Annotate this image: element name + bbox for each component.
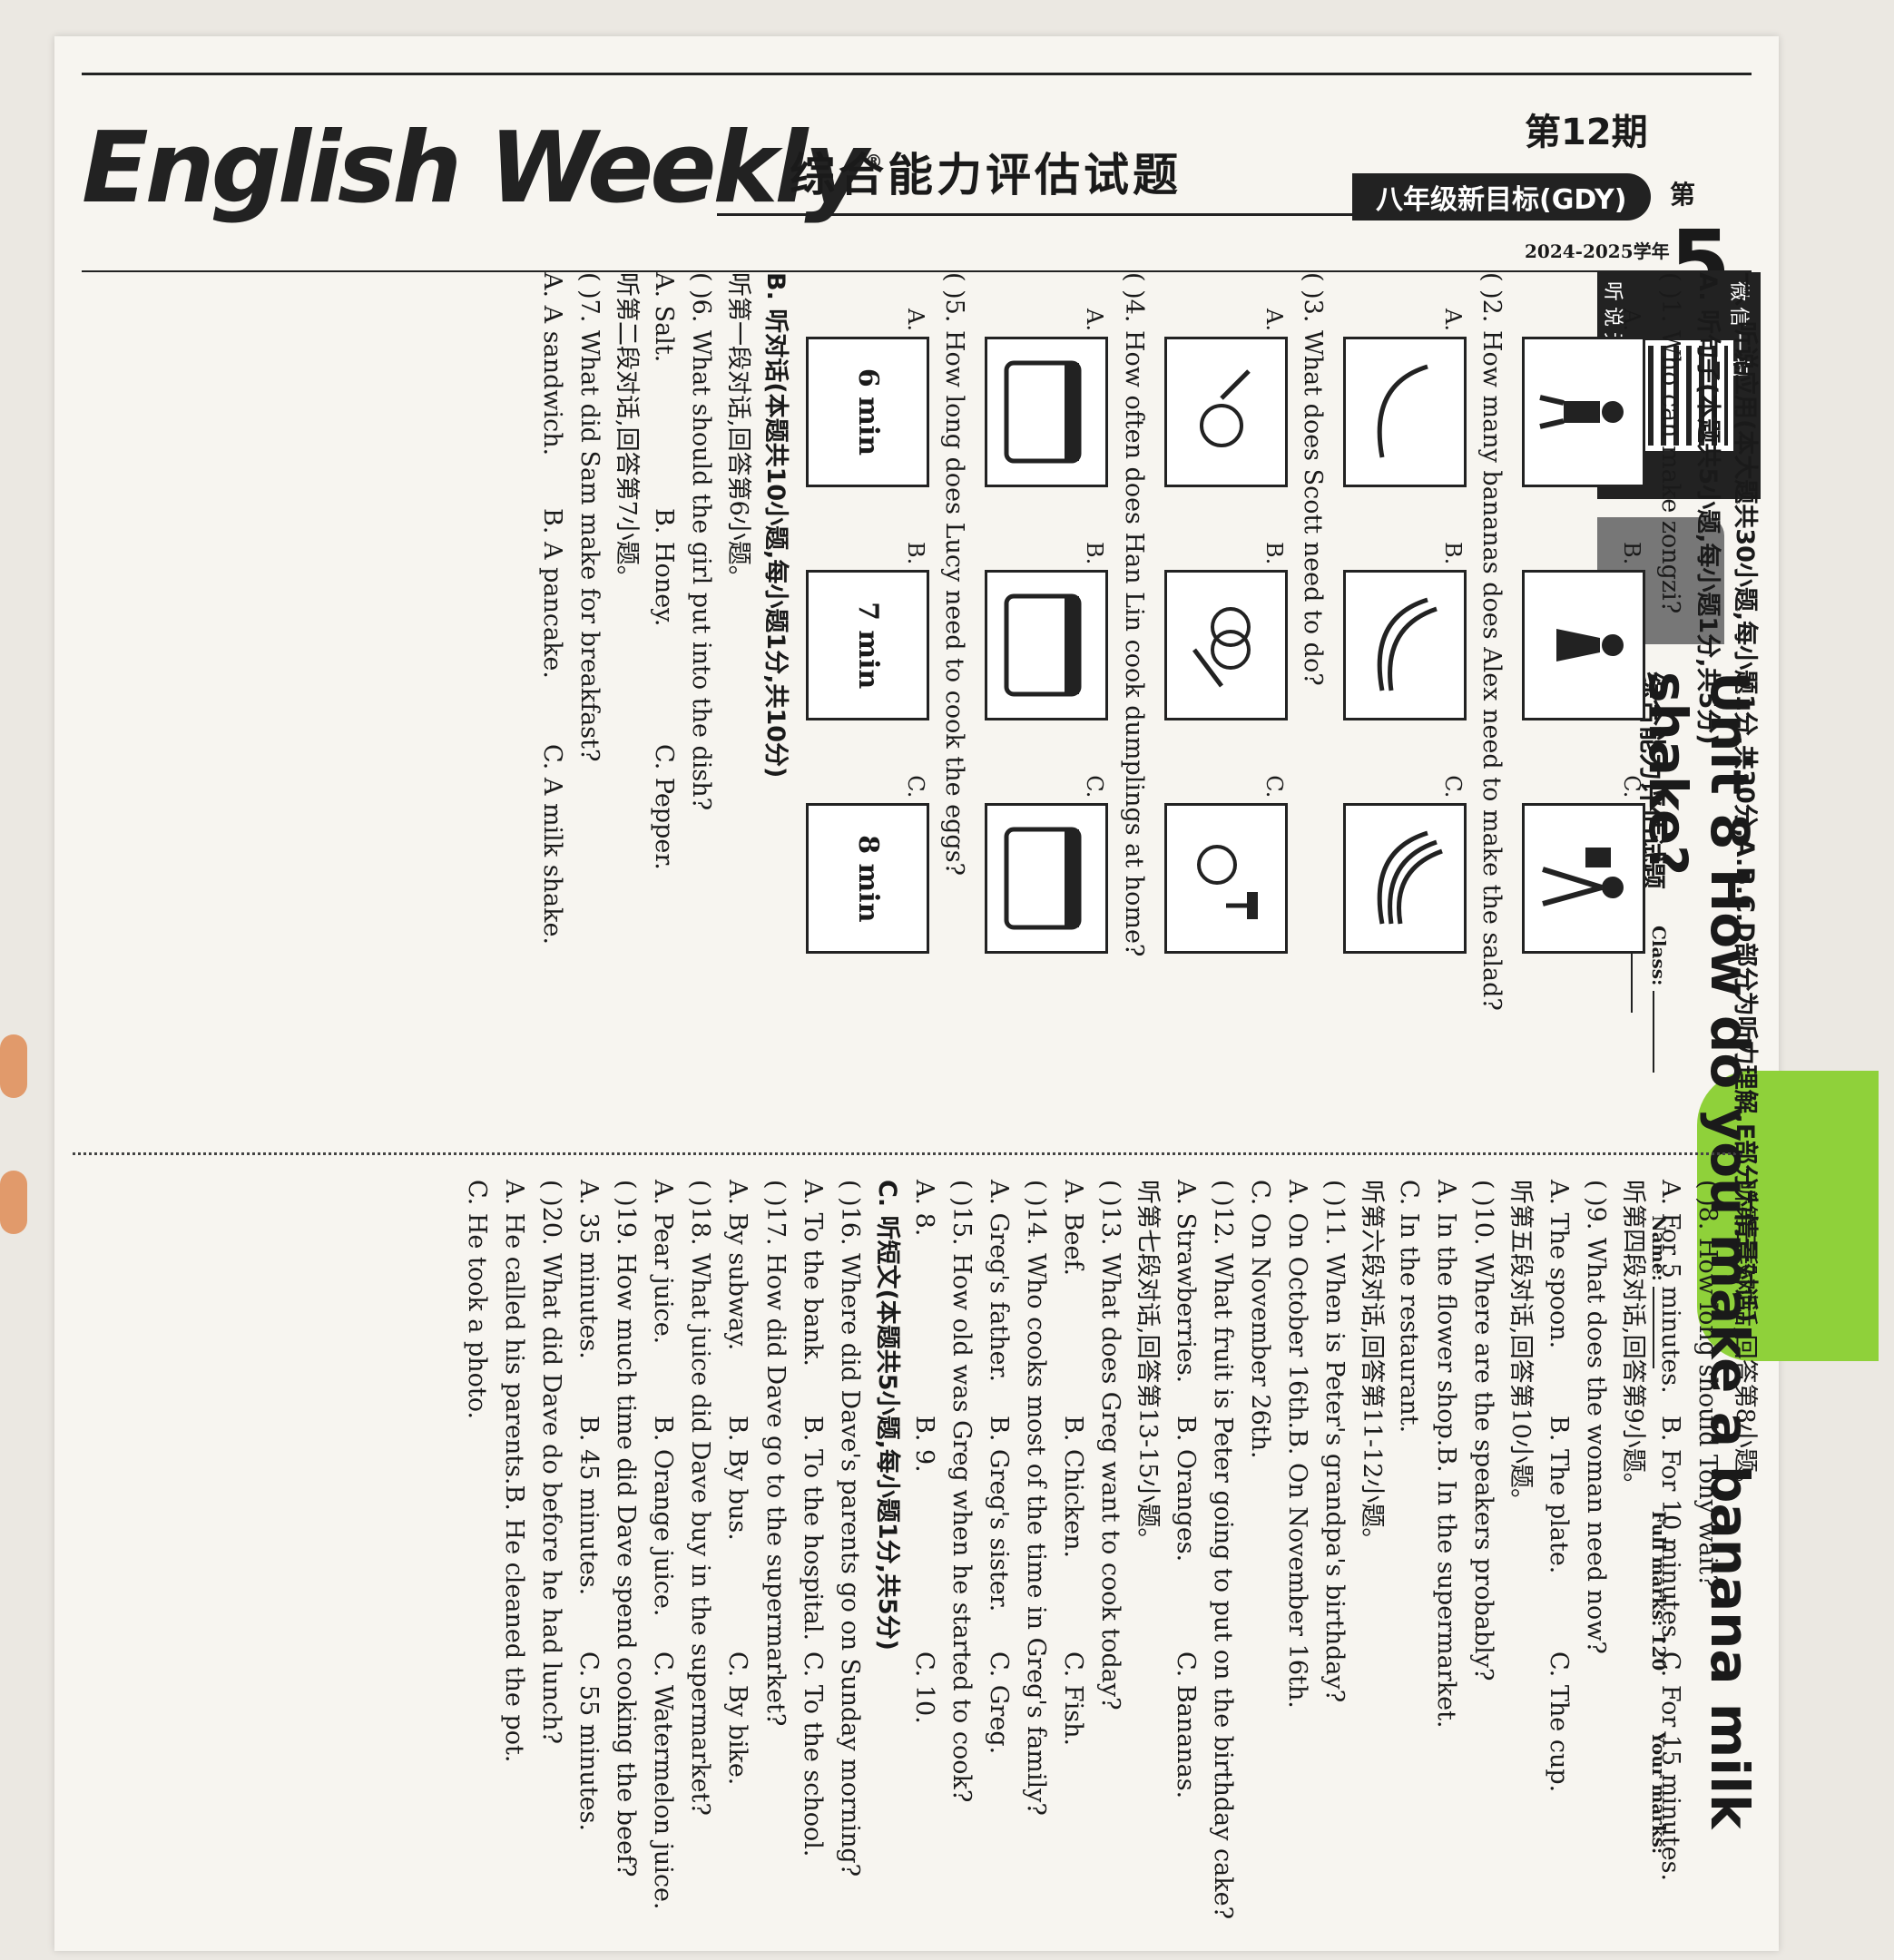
picture-option: C. 8 min [806,775,930,955]
q18-options: A. Pear juice.B. Orange juice.C. Waterme… [649,1180,678,1910]
picture-option: B. [985,542,1109,721]
q13-options: A. Beef.B. Chicken.C. Fish. [1059,1180,1088,1747]
question-13: ( )13. What does Greg want to cook today… [1096,1180,1125,1710]
q20-options: A. He called his parents.B. He cleaned t… [499,1180,528,1763]
two-bananas-icon [1342,570,1467,721]
dialogue-instruction: 听第五段对话,回答第10小题。 [1506,1180,1536,1513]
picture-option: C. [1342,775,1467,955]
picture-option: C. [1163,775,1288,955]
section-b-heading: B. 听对话(本题共10小题,每小题1分,共10分) [761,272,790,779]
question-16: ( )16. Where did Dave's parents go on Su… [835,1180,864,1877]
finger [0,1034,27,1098]
right-column: 听第三段对话,回答第8小题。 ( )8. How long should Ton… [54,1180,1761,1920]
question-2: ( )2. How many bananas does Alex need to… [1477,272,1506,1011]
calendar-icon [985,570,1109,721]
wash-fruit-icon [1163,803,1288,955]
q11-option-c: C. On November 26th. [1245,1180,1274,1459]
dialogue-instruction: 听第四段对话,回答第9小题。 [1618,1180,1647,1497]
question-4: ( )4. How often does Han Lin cook dumpli… [1119,272,1148,957]
q1-pictures: A. B. C. [1521,309,1645,1134]
picture-option: B. [1342,542,1467,721]
question-12: ( )12. What fruit is Peter going to put … [1208,1180,1237,1920]
question-11: ( )11. When is Peter's grandpa's birthda… [1320,1180,1349,1703]
picture-option: B. [1521,542,1645,721]
q8-options: A. For 5 minutes.B. For 10 minutes.C. Fo… [1655,1180,1684,1882]
picture-option: A. 6 min [806,309,930,487]
picture-option: B. 7 min [806,542,930,721]
q5-pictures: A. 6 min B. 7 min C. 8 min [806,309,930,1134]
dialogue-instruction: 听第七段对话,回答第13-15小题。 [1133,1180,1163,1553]
rotated-exam-body: 微信一扫 听说无忧 Unit 8 How do you make a banan… [54,272,1761,1920]
q3-pictures: A. B. C. [1163,309,1288,1134]
q4-pictures: A. B. C. [985,309,1109,1134]
dialogue-instruction: 听第三段对话,回答第8小题。 [1731,1180,1759,1497]
section-a-heading: A. 听句子(本题共5小题,每小题1分,共5分) [1693,272,1722,745]
picture-option: C. [1521,775,1645,955]
picture-option: A. [1342,309,1467,487]
column-divider [73,1152,1742,1155]
question-1: ( )1. Who can make zongzi? [1655,272,1684,614]
finger [0,1171,27,1234]
three-bananas-icon [1342,803,1467,955]
question-5: ( )5. How long does Lucy need to cook th… [940,272,969,877]
q16-options: A. To the bank.B. To the hospital.C. To … [798,1180,827,1857]
part-heading: 一、听说应用(本大题共30小题,每小题1分,共30分;A.B.C.D部分为听力理… [1731,272,1759,1323]
picture-option: A. [1163,309,1288,487]
school-year: 2024-2025学年 [1525,240,1670,262]
picture-option: B. [1163,542,1288,721]
dialogue-instruction: 听第六段对话,回答第11-12小题。 [1358,1180,1387,1553]
q6-options: A. Salt.B. Honey.C. Pepper. [650,272,679,870]
question-8: ( )8. How long should Tony wait? [1693,1180,1722,1588]
question-15: ( )15. How old was Greg when he started … [947,1180,976,1803]
section-c-heading: C. 听短文(本题共5小题,每小题1分,共5分) [872,1180,901,1651]
question-20: ( )20. What did Dave do before he had lu… [537,1180,565,1744]
left-column: 一、听说应用(本大题共30小题,每小题1分,共30分;A.B.C.D部分为听力理… [54,272,1761,1323]
question-14: ( )14. Who cooks most of the time in Gre… [1022,1180,1051,1816]
cut-fruit-icon [1163,570,1288,721]
timer-icon: 6 min [806,336,930,487]
grade-badge: 八年级新目标(GDY) [1352,173,1651,220]
q20-option-c: C. He took a photo. [462,1180,491,1420]
question-7: ( )7. What did Sam make for breakfast? [574,272,604,762]
q17-options: A. By subway.B. By bus.C. By bike. [723,1180,752,1786]
calendar-icon [985,803,1109,955]
question-10: ( )10. Where are the speakers probably? [1469,1180,1498,1681]
man-shopping-icon [1521,803,1645,955]
question-6: ( )6. What should the girl put into the … [687,272,716,811]
issue-number: 第12期 [1525,112,1648,153]
one-banana-icon [1342,336,1467,487]
q2-pictures: A. B. C. [1342,309,1467,1134]
q15-options: A. 8.B. 9.C. 10. [909,1180,938,1724]
question-17: ( )17. How did Dave go to the supermarke… [761,1180,790,1727]
person-cooking-icon [1521,336,1645,487]
question-9: ( )9. What does the woman need now? [1581,1180,1610,1654]
q7-options: A. A sandwich.B. A pancake.C. A milk sha… [537,272,566,946]
dialogue-instruction: 听第二段对话,回答第7小题。 [612,272,641,590]
question-3: ( )3. What does Scott need to do? [1298,272,1327,686]
q9-options: A. The spoon.B. The plate.C. The cup. [1544,1180,1573,1793]
peel-fruit-icon [1163,336,1288,487]
divider [717,213,1389,216]
logo: English Weekly® [82,112,883,225]
q10-option-c: C. In the restaurant. [1395,1180,1424,1434]
q19-options: A. 35 minutes.B. 45 minutes.C. 55 minute… [574,1180,604,1832]
timer-icon: 8 min [806,803,930,955]
question-19: ( )19. How much time did Dave spend cook… [612,1180,641,1877]
picture-option: C. [985,775,1109,955]
masthead-title: 综合能力评估试题 [790,149,1182,201]
q14-options: A. Greg's father.B. Greg's sister.C. Gre… [985,1180,1014,1755]
question-18: ( )18. What juice did Dave buy in the su… [686,1180,715,1816]
dialogue-instruction: 听第一段对话,回答第6小题。 [724,272,753,590]
picture-option: A. [1521,309,1645,487]
q11-options: A. On October 16th.B. On November 16th. [1282,1180,1311,1709]
girl-icon [1521,570,1645,721]
masthead: English Weekly® 综合能力评估试题 第12期 八年级新目标(GDY… [82,73,1752,348]
q10-options: A. In the flower shop.B. In the supermar… [1432,1180,1461,1729]
timer-icon: 7 min [806,570,930,721]
q12-options: A. Strawberries.B. Oranges.C. Bananas. [1171,1180,1200,1799]
picture-option: A. [985,309,1109,487]
calendar-icon [985,336,1109,487]
